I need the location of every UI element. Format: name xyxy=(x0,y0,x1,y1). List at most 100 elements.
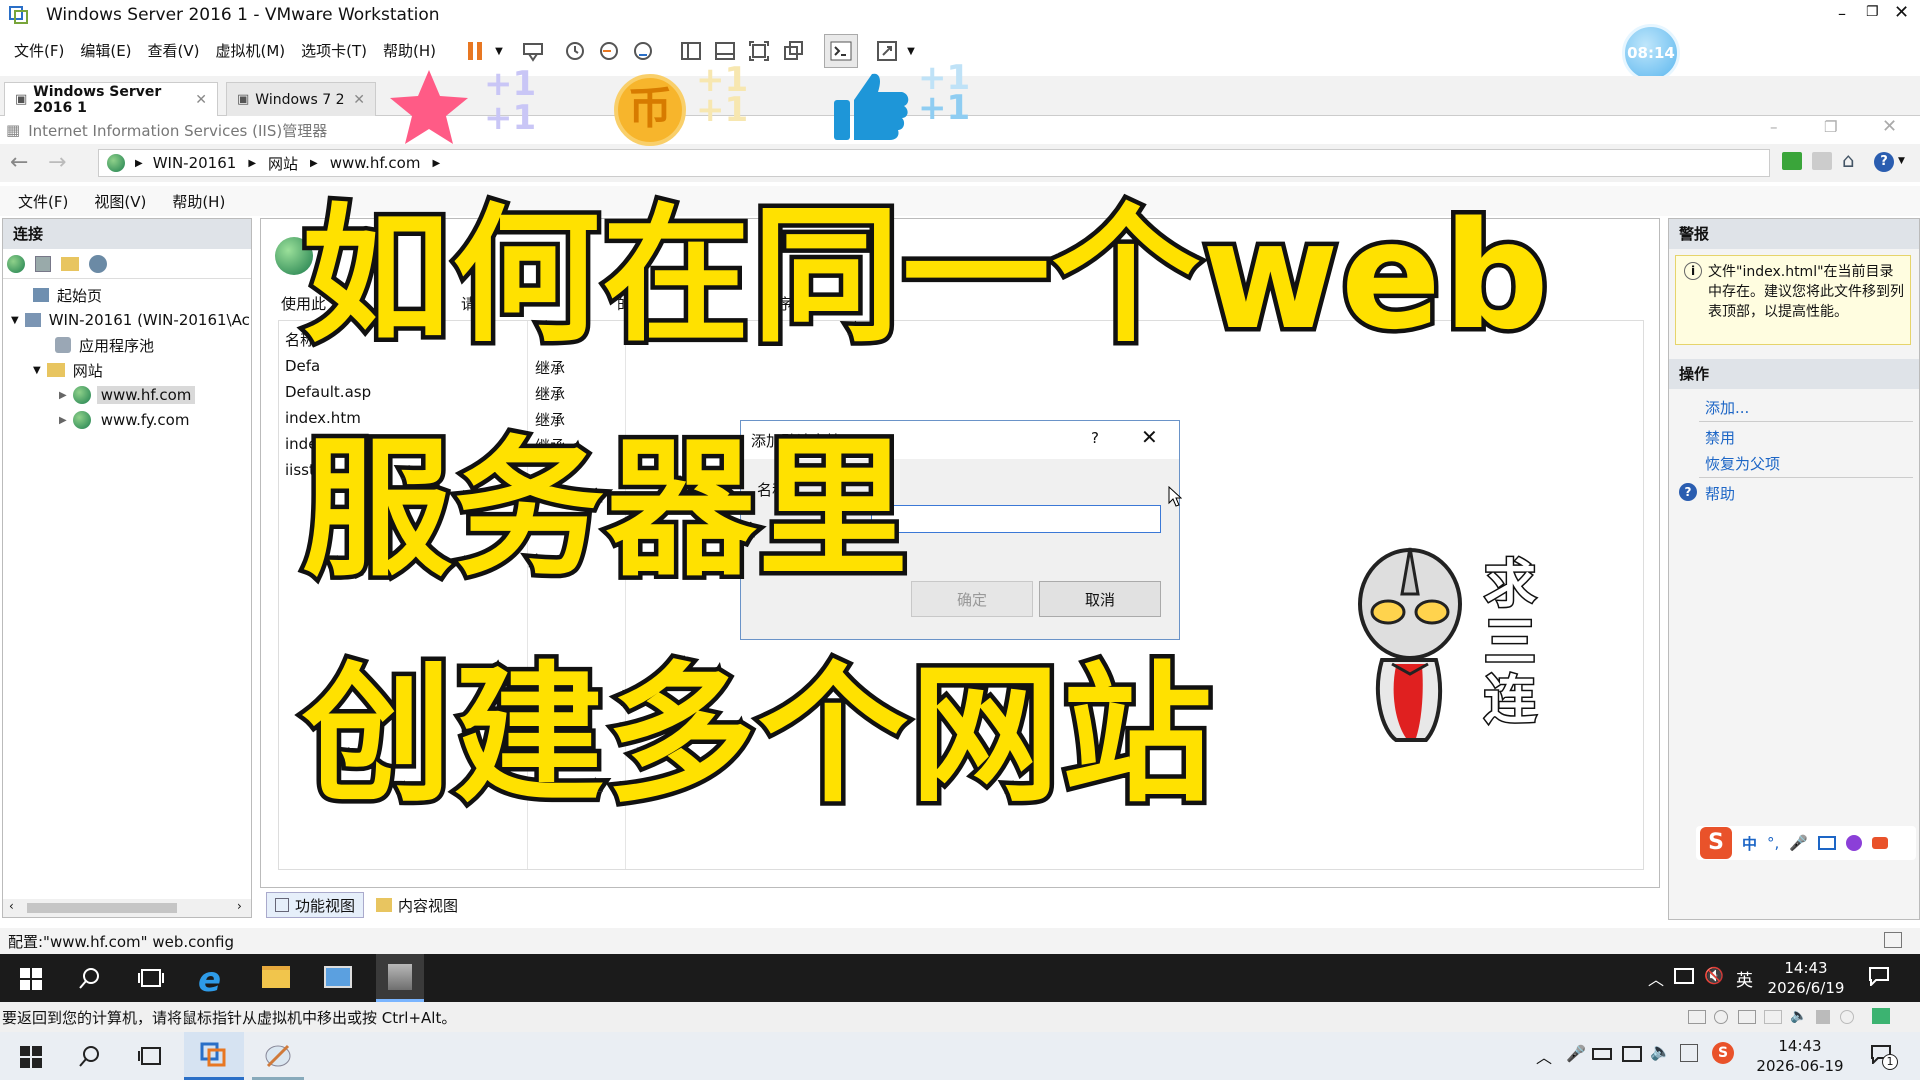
tab-content-view[interactable]: 内容视图 xyxy=(368,892,466,918)
expand-icon[interactable]: ▼ xyxy=(11,315,19,326)
tree-item-site-hf[interactable]: ▶ www.hf.com xyxy=(59,383,196,407)
ie-icon[interactable]: e xyxy=(198,960,221,1000)
server-manager-icon[interactable] xyxy=(324,966,352,988)
iis-minimize-icon[interactable]: – xyxy=(1770,118,1778,136)
send-keys-icon[interactable] xyxy=(516,34,550,68)
iis-menu-view[interactable]: 视图(V) xyxy=(94,191,146,212)
windows-start-icon[interactable] xyxy=(20,968,42,990)
minimize-icon[interactable]: – xyxy=(1838,4,1846,23)
collapse-arrow-icon[interactable]: ▶ xyxy=(59,415,67,426)
tree-item-apppools[interactable]: 应用程序池 xyxy=(55,333,154,357)
battery-icon[interactable] xyxy=(1592,1048,1612,1060)
host-clock[interactable]: 14:43 2026-06-19 xyxy=(1752,1036,1848,1076)
file-explorer-icon[interactable] xyxy=(262,966,290,988)
breadcrumb-sites[interactable]: 网站 xyxy=(268,153,298,174)
task-view-icon[interactable] xyxy=(138,968,164,988)
sogou-logo-icon[interactable]: S xyxy=(1700,827,1732,859)
list-item[interactable]: Default.asp xyxy=(285,383,371,401)
tab-features-view[interactable]: 功能视图 xyxy=(266,892,365,918)
search-icon[interactable] xyxy=(78,1044,102,1068)
vm-menu-edit[interactable]: 编辑(E) xyxy=(72,36,139,66)
scroll-left-icon[interactable]: ‹ xyxy=(9,899,14,913)
help-icon[interactable]: ? xyxy=(1874,152,1894,172)
device-cd-icon[interactable] xyxy=(1714,1010,1728,1024)
stretch-dropdown-icon[interactable]: ▼ xyxy=(904,34,918,68)
dialog-help-button[interactable]: ? xyxy=(1091,429,1099,447)
tray-chevron-icon[interactable]: ︿ xyxy=(1536,1044,1552,1068)
ime-voice-icon[interactable]: 🎤 xyxy=(1789,834,1808,852)
close-icon[interactable]: ✕ xyxy=(1894,2,1909,23)
breadcrumb-server[interactable]: WIN-20161 xyxy=(153,154,237,172)
vm-tab-server2016[interactable]: ▣ Windows Server 2016 1 ✕ xyxy=(4,82,218,116)
device-network-icon[interactable] xyxy=(1738,1010,1756,1024)
ime-mode-chinese[interactable]: 中 xyxy=(1742,833,1757,854)
tree-item-sites[interactable]: ▼ 网站 xyxy=(33,358,103,382)
task-view-icon[interactable] xyxy=(138,1046,164,1066)
stretch-icon[interactable] xyxy=(870,34,904,68)
connect-icon[interactable] xyxy=(7,254,25,273)
volume-muted-icon[interactable]: 🔇 xyxy=(1704,966,1724,985)
tree-item-site-fy[interactable]: ▶ www.fy.com xyxy=(59,408,193,432)
iis-maximize-icon[interactable]: ❐ xyxy=(1824,118,1837,136)
unity-icon[interactable] xyxy=(776,34,810,68)
tray-chevron-icon[interactable]: ︿ xyxy=(1648,966,1664,990)
ok-button[interactable]: 确定 xyxy=(911,581,1033,617)
collapse-arrow-icon[interactable]: ▶ xyxy=(59,390,67,401)
tab-close-icon[interactable]: ✕ xyxy=(353,92,365,108)
device-hdd-icon[interactable] xyxy=(1688,1010,1706,1024)
network-icon[interactable] xyxy=(1674,968,1694,984)
ime-toolbox-icon[interactable] xyxy=(1871,837,1888,849)
ime-punctuation[interactable]: °, xyxy=(1767,834,1779,852)
guest-clock[interactable]: 14:43 2026/6/19 xyxy=(1766,958,1846,998)
action-add[interactable]: 添加... xyxy=(1705,397,1749,418)
snapshot-manager-icon[interactable] xyxy=(626,34,660,68)
save-icon[interactable] xyxy=(35,255,51,272)
console-icon[interactable] xyxy=(824,34,859,68)
vm-menu-view[interactable]: 查看(V) xyxy=(140,36,208,66)
help-dropdown-icon[interactable]: ▼ xyxy=(1898,156,1905,166)
expand-icon[interactable]: ▼ xyxy=(33,365,41,376)
folder-up-icon[interactable] xyxy=(61,256,79,271)
device-usb-icon[interactable] xyxy=(1816,1010,1830,1024)
device-display-icon[interactable] xyxy=(1840,1010,1854,1024)
vm-menu-vm[interactable]: 虚拟机(M) xyxy=(208,36,294,66)
breadcrumb[interactable]: ▶ WIN-20161 ▶ 网站 ▶ www.hf.com ▶ xyxy=(98,149,1770,177)
vm-tab-win7[interactable]: ▣ Windows 7 2 ✕ xyxy=(226,82,376,116)
scroll-thumb[interactable] xyxy=(27,903,177,913)
device-sound-icon[interactable]: 🔈 xyxy=(1790,1008,1807,1024)
disconnect-icon[interactable] xyxy=(89,254,107,273)
vm-menu-help[interactable]: 帮助(H) xyxy=(375,36,444,66)
stop-icon[interactable] xyxy=(1812,152,1832,170)
network-icon[interactable] xyxy=(1622,1046,1642,1062)
dialog-close-icon[interactable]: ✕ xyxy=(1141,425,1158,449)
tree-item-server[interactable]: ▼ WIN-20161 (WIN-20161\Ac xyxy=(11,308,251,332)
snapshot-icon[interactable] xyxy=(558,34,592,68)
breadcrumb-site[interactable]: www.hf.com xyxy=(330,154,421,172)
volume-icon[interactable]: 🔈 xyxy=(1650,1042,1671,1062)
horizontal-scrollbar[interactable]: ‹ › xyxy=(3,899,251,917)
restore-icon[interactable]: ❐ xyxy=(1866,4,1879,20)
action-revert-parent[interactable]: 恢复为父项 xyxy=(1705,453,1780,474)
vm-menu-file[interactable]: 文件(F) xyxy=(6,36,72,66)
home-icon[interactable]: ⌂ xyxy=(1842,148,1855,172)
ime-indicator[interactable]: 英 xyxy=(1736,966,1753,991)
cancel-button[interactable]: 取消 xyxy=(1039,581,1161,617)
ime-keyboard-icon[interactable] xyxy=(1817,836,1836,850)
pause-icon[interactable] xyxy=(458,34,492,68)
microphone-icon[interactable]: 🎤 xyxy=(1566,1044,1586,1063)
tab-close-icon[interactable]: ✕ xyxy=(195,92,207,108)
vmware-taskbar-icon[interactable] xyxy=(184,1032,244,1080)
sogou-tray-icon[interactable]: S xyxy=(1712,1042,1734,1064)
iis-menu-file[interactable]: 文件(F) xyxy=(18,191,68,212)
search-icon[interactable] xyxy=(78,966,102,990)
revert-snapshot-icon[interactable] xyxy=(592,34,626,68)
vm-menu-tabs[interactable]: 选项卡(T) xyxy=(293,36,375,66)
tree-item-start[interactable]: 起始页 xyxy=(33,283,102,307)
forward-icon[interactable]: → xyxy=(48,150,66,175)
scroll-right-icon[interactable]: › xyxy=(237,899,242,913)
iis-manager-taskbar-icon[interactable] xyxy=(376,954,424,1002)
paint-app-icon[interactable] xyxy=(252,1032,304,1080)
refresh-icon[interactable] xyxy=(1782,152,1802,170)
document-name-input[interactable] xyxy=(871,505,1161,533)
back-icon[interactable]: ← xyxy=(10,150,28,175)
